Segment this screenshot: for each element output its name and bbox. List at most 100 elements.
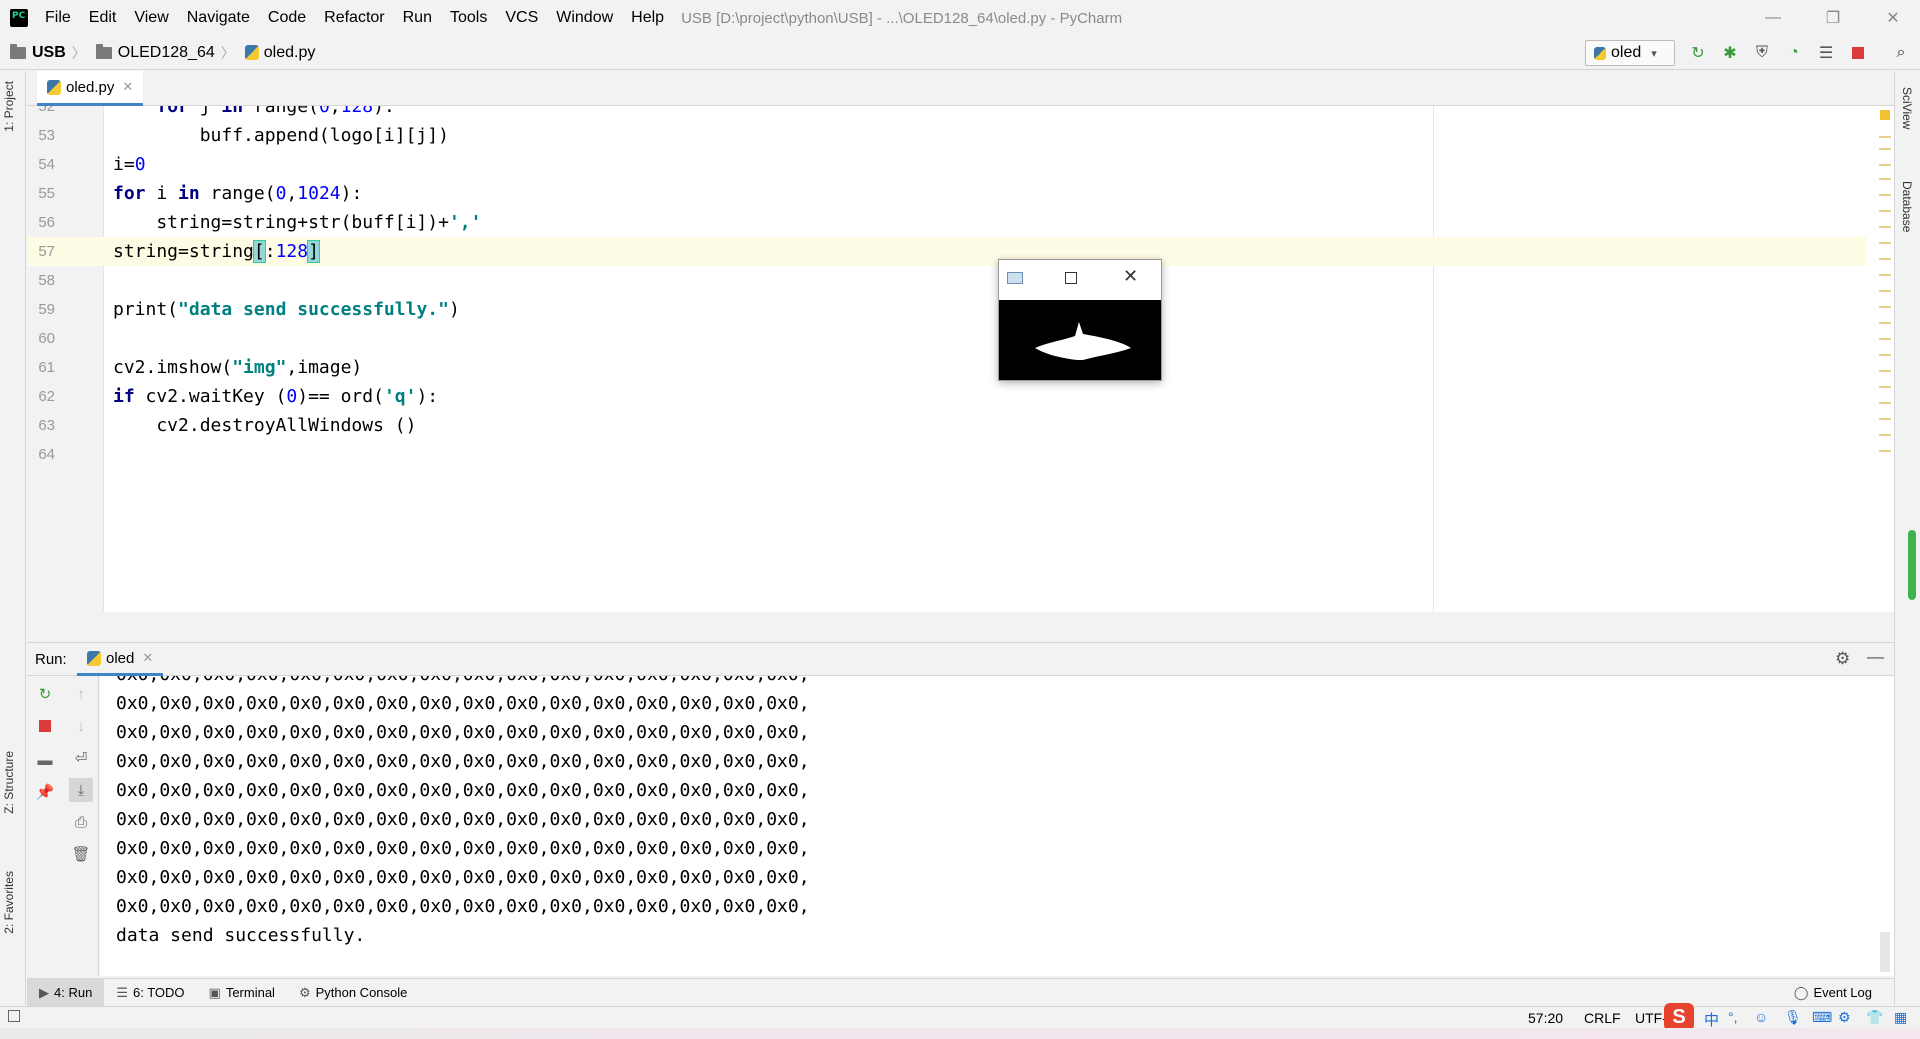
print-icon[interactable]: ⎙ <box>71 812 91 832</box>
stripe-marker[interactable] <box>1879 434 1891 436</box>
ime-emoji-icon[interactable]: ☺ <box>1754 1009 1768 1025</box>
code-editor[interactable]: 52 for j in range(0,128): 53 buff.append… <box>27 106 1894 612</box>
menu-vcs[interactable]: VCS <box>496 0 547 36</box>
ime-voice-icon[interactable]: 🎙 <box>1784 1009 1802 1026</box>
stripe-marker[interactable] <box>1879 178 1891 180</box>
menu-navigate[interactable]: Navigate <box>178 0 259 36</box>
tool-tab-todo[interactable]: ☰ 6: TODO <box>104 979 196 1007</box>
stripe-marker[interactable] <box>1879 164 1891 166</box>
stop-icon[interactable] <box>1849 44 1867 62</box>
stripe-marker[interactable] <box>1879 322 1891 324</box>
tool-tab-terminal[interactable]: ▣ Terminal <box>197 979 287 1007</box>
tool-tab-event-log[interactable]: ◯ Event Log <box>1782 979 1884 1007</box>
stripe-marker[interactable] <box>1879 402 1891 404</box>
pin-icon[interactable]: 📌 <box>35 782 55 802</box>
stripe-marker[interactable] <box>1879 194 1891 196</box>
ime-punctuation-icon[interactable]: °, <box>1728 1009 1738 1025</box>
rerun-icon[interactable]: ↻ <box>1689 44 1707 62</box>
code-line: 64 <box>27 440 1867 469</box>
image-preview-window[interactable]: ✕ <box>998 259 1162 381</box>
search-icon[interactable]: ⌕ <box>1892 44 1910 62</box>
arrow-up-icon[interactable]: ↑ <box>71 684 91 704</box>
menu-view[interactable]: View <box>125 0 177 36</box>
sciview-tool-tab[interactable]: SciView <box>1900 87 1914 129</box>
stripe-marker[interactable] <box>1879 210 1891 212</box>
arrow-down-icon[interactable]: ↓ <box>71 716 91 736</box>
image-window-titlebar[interactable]: ✕ <box>999 260 1161 300</box>
tool-tab-python-console[interactable]: ⚙ Python Console <box>287 979 419 1007</box>
close-icon[interactable]: ✕ <box>1123 266 1138 287</box>
minimize-icon[interactable]: — <box>1750 0 1796 36</box>
profile-icon[interactable]: ◔ <box>1785 44 1803 62</box>
stripe-marker[interactable] <box>1879 274 1891 276</box>
breadcrumb-folder[interactable]: OLED128_64 〉 <box>95 43 235 63</box>
menu-code[interactable]: Code <box>259 0 315 36</box>
right-strip-scroll-indicator[interactable] <box>1908 530 1916 600</box>
run-config-selector[interactable]: oled ▾ <box>1585 40 1675 66</box>
close-tab-icon[interactable]: ✕ <box>122 79 133 95</box>
stripe-marker[interactable] <box>1879 370 1891 372</box>
menu-file[interactable]: File <box>36 0 80 36</box>
trash-icon[interactable]: 🗑 <box>71 844 91 864</box>
stripe-marker[interactable] <box>1879 136 1891 138</box>
ime-skin-icon[interactable]: 👕 <box>1866 1009 1883 1026</box>
menu-window[interactable]: Window <box>547 0 622 36</box>
file-encoding[interactable]: UTF- <box>1635 1010 1667 1026</box>
menu-edit[interactable]: Edit <box>80 0 126 36</box>
structure-tool-tab[interactable]: Z: Structure <box>2 751 16 814</box>
stripe-marker[interactable] <box>1879 338 1891 340</box>
ime-keyboard-icon[interactable]: ⌨ <box>1812 1009 1832 1026</box>
console-scrollbar[interactable] <box>1880 932 1890 972</box>
concurrency-icon[interactable]: ☰ <box>1817 44 1835 62</box>
stripe-marker[interactable] <box>1879 242 1891 244</box>
ime-menu-icon[interactable]: ▦ <box>1894 1009 1907 1026</box>
tool-tab-todo-label: 6: TODO <box>132 985 185 1000</box>
coverage-icon[interactable]: ⛨ <box>1753 44 1771 62</box>
menu-tools[interactable]: Tools <box>441 0 496 36</box>
menu-refactor[interactable]: Refactor <box>315 0 393 36</box>
stop-icon[interactable] <box>35 716 55 736</box>
stripe-marker[interactable] <box>1879 354 1891 356</box>
layout-icon[interactable]: ▬ <box>35 750 55 770</box>
menu-help[interactable]: Help <box>622 0 673 36</box>
warning-indicator-icon[interactable] <box>1880 110 1890 120</box>
code-text: cv2.destroyAllWindows () <box>113 415 417 436</box>
project-tool-tab[interactable]: 1: Project <box>2 81 16 132</box>
error-stripe-bar[interactable] <box>1876 106 1894 612</box>
stripe-marker[interactable] <box>1879 290 1891 292</box>
scroll-to-end-icon[interactable]: ⤓ <box>69 778 93 802</box>
stripe-marker[interactable] <box>1879 306 1891 308</box>
debug-icon[interactable]: ✱ <box>1721 44 1739 62</box>
caret-position[interactable]: 57:20 <box>1528 1010 1563 1026</box>
toggle-tool-windows-icon[interactable] <box>8 1010 20 1022</box>
maximize-icon[interactable] <box>1065 272 1077 284</box>
stripe-marker[interactable] <box>1879 148 1891 150</box>
menu-run[interactable]: Run <box>394 0 441 36</box>
restore-icon[interactable]: ❐ <box>1810 0 1856 36</box>
console-output[interactable]: 0x0,0x0,0x0,0x0,0x0,0x0,0x0,0x0,0x0,0x0,… <box>100 676 1894 976</box>
tool-tab-run[interactable]: ▶ 4: Run <box>27 978 105 1007</box>
database-tool-tab[interactable]: Database <box>1900 181 1914 232</box>
close-icon[interactable]: ✕ <box>1870 0 1916 36</box>
title-menu-bar: File Edit View Navigate Code Refactor Ru… <box>0 0 1920 36</box>
breadcrumb-file[interactable]: oled.py <box>244 44 315 62</box>
stripe-marker[interactable] <box>1879 450 1891 452</box>
stripe-marker[interactable] <box>1879 226 1891 228</box>
editor-tab-oled[interactable]: oled.py ✕ <box>37 71 144 106</box>
ime-chinese-mode-icon[interactable]: 中 <box>1704 1009 1719 1030</box>
favorites-tool-tab[interactable]: 2: Favorites <box>2 871 16 934</box>
stripe-marker[interactable] <box>1879 258 1891 260</box>
line-separator[interactable]: CRLF <box>1584 1010 1621 1026</box>
close-tab-icon[interactable]: ✕ <box>142 650 153 666</box>
soft-wrap-icon[interactable]: ⏎ <box>71 748 91 768</box>
breadcrumb-project[interactable]: USB 〉 <box>10 43 86 63</box>
gear-icon[interactable]: ⚙ <box>1835 649 1850 669</box>
stripe-marker[interactable] <box>1879 386 1891 388</box>
rerun-icon[interactable]: ↻ <box>35 684 55 704</box>
run-tab-oled[interactable]: oled ✕ <box>77 643 164 676</box>
pycharm-logo-icon <box>10 9 28 27</box>
hide-panel-icon[interactable]: — <box>1867 647 1884 667</box>
ime-logo-icon[interactable]: S <box>1664 1003 1694 1031</box>
stripe-marker[interactable] <box>1879 418 1891 420</box>
ime-tools-icon[interactable]: ⚙ <box>1838 1009 1851 1026</box>
